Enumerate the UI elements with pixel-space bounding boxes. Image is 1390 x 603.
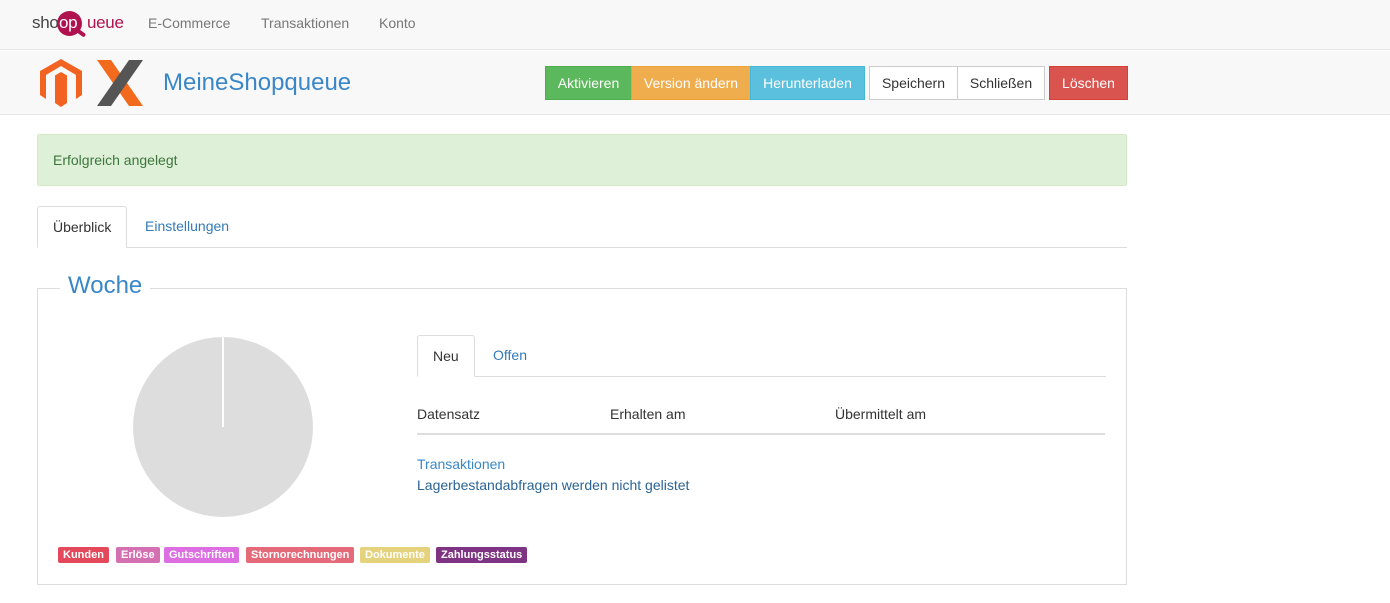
page-header: MeineShopqueue Aktivieren Version ändern… — [0, 51, 1390, 115]
label-gutschriften: Gutschriften — [164, 547, 240, 563]
change-version-button[interactable]: Version ändern — [631, 66, 751, 100]
delete-button[interactable]: Löschen — [1049, 66, 1128, 100]
shopqueue-logo[interactable]: shop op ueue — [32, 9, 132, 41]
tab-overview[interactable]: Überblick — [37, 206, 127, 248]
magento-logo-icon — [40, 59, 82, 107]
brand-text-op: op — [59, 13, 78, 32]
records-tabs: Neu Offen — [417, 335, 1106, 377]
nav-konto[interactable]: Konto — [379, 15, 416, 31]
label-dokumente: Dokumente — [360, 547, 430, 563]
week-legend: Woche — [60, 272, 151, 300]
x-logo-icon — [97, 60, 143, 106]
column-header-datensatz: Datensatz — [417, 406, 481, 422]
close-button[interactable]: Schließen — [957, 66, 1045, 100]
label-stornorechnungen: Stornorechnungen — [246, 547, 355, 563]
label-erloese: Erlöse — [116, 547, 160, 563]
transactions-link[interactable]: Transaktionen — [417, 456, 505, 472]
activate-button[interactable]: Aktivieren — [545, 66, 632, 100]
inventory-note: Lagerbestandabfragen werden nicht gelist… — [417, 477, 690, 493]
save-button[interactable]: Speichern — [869, 66, 958, 100]
column-header-erhalten-am: Erhalten am — [610, 406, 686, 422]
tab-new[interactable]: Neu — [417, 335, 475, 377]
page-title: MeineShopqueue — [163, 69, 352, 96]
week-pie-chart — [133, 337, 313, 517]
brand-q-tail — [75, 28, 87, 38]
success-alert: Erfolgreich angelegt — [37, 134, 1127, 186]
label-zahlungsstatus: Zahlungsstatus — [436, 547, 528, 563]
tab-settings[interactable]: Einstellungen — [130, 206, 244, 248]
top-navbar: shop op ueue E-Commerce Transaktionen Ko… — [0, 0, 1390, 50]
brand-text-ueue: ueue — [87, 13, 124, 32]
tab-open[interactable]: Offen — [478, 335, 542, 377]
nav-transaktionen[interactable]: Transaktionen — [261, 15, 349, 31]
column-header-uebermittelt-am: Übermittelt am — [835, 406, 927, 422]
table-header-divider — [417, 433, 1105, 435]
download-button[interactable]: Herunterladen — [750, 66, 865, 100]
nav-e-commerce[interactable]: E-Commerce — [148, 15, 230, 31]
main-tabs: Überblick Einstellungen — [37, 206, 1127, 248]
label-kunden: Kunden — [58, 547, 109, 563]
